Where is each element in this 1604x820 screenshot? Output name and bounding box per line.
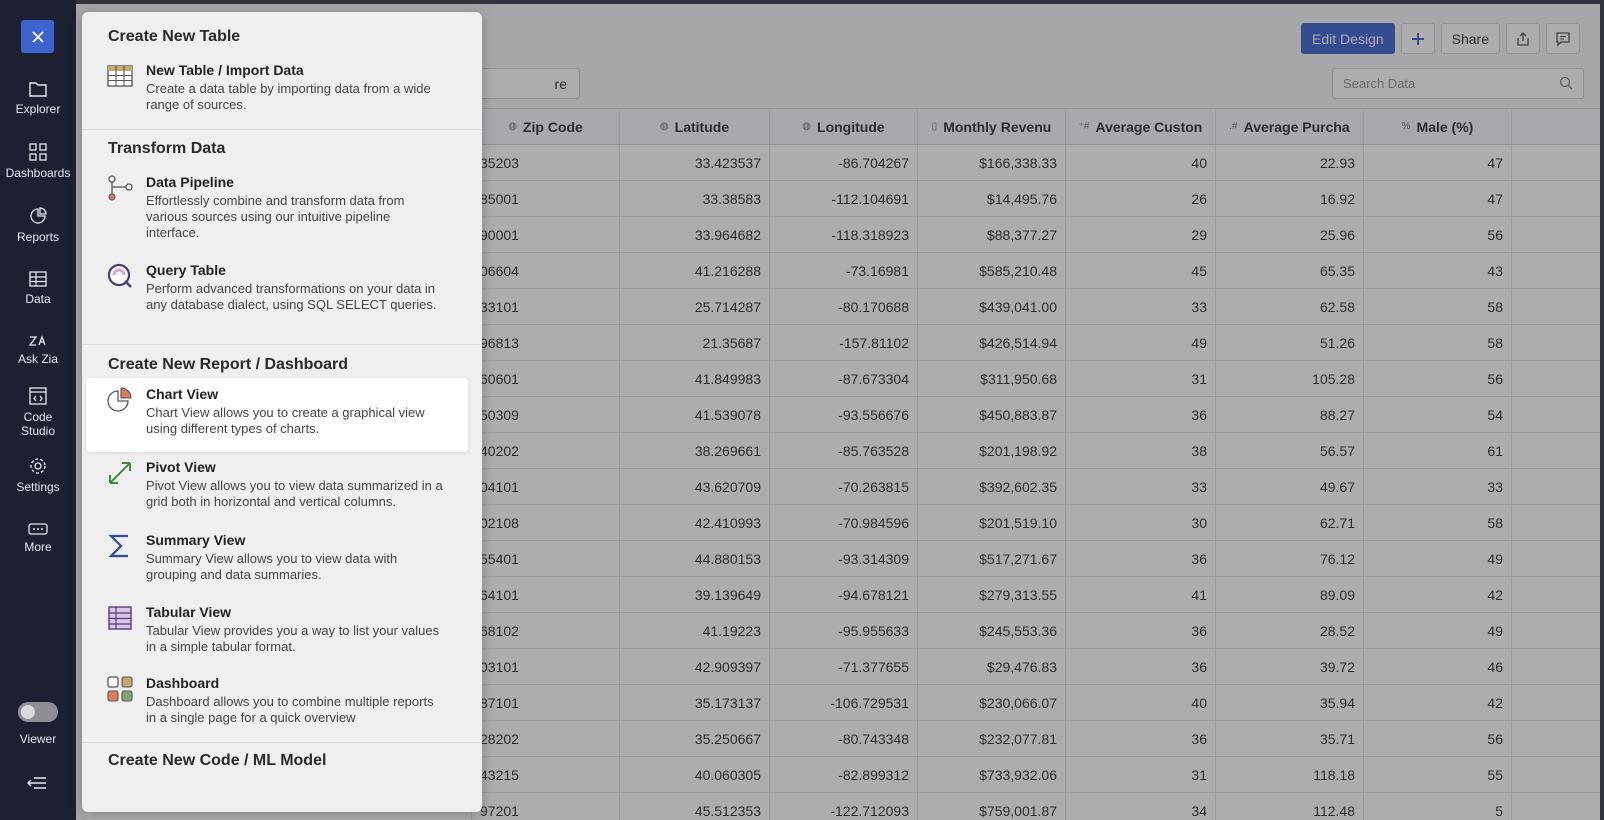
gear-icon xyxy=(30,458,46,474)
menu-item-data-pipeline[interactable]: Data Pipeline Effortlessly combine and t… xyxy=(86,166,468,250)
sidebar-item-data[interactable]: Data xyxy=(0,270,76,306)
menu-item-tabular-view[interactable]: Tabular View Tabular View provides you a… xyxy=(86,596,468,664)
menu-item-title: Tabular View xyxy=(146,604,232,620)
menu-item-title: New Table / Import Data xyxy=(146,62,304,78)
menu-item-desc: Tabular View provides you a way to list … xyxy=(146,623,440,654)
menu-item-title: Dashboard xyxy=(146,675,220,691)
sidebar: Explorer Dashboards Reports Data Ask Zia… xyxy=(0,0,76,820)
sidebar-item-ask-zia[interactable]: Ask Zia xyxy=(0,334,76,366)
sidebar-item-label: More xyxy=(24,540,52,554)
sidebar-item-label: Settings xyxy=(16,480,60,494)
menu-item-new-table[interactable]: New Table / Import Data Create a data ta… xyxy=(86,54,468,126)
menu-item-desc: Chart View allows you to create a graphi… xyxy=(146,405,425,436)
folder-icon xyxy=(29,82,47,97)
menu-item-desc: Pivot View allows you to view data summa… xyxy=(146,478,443,509)
menu-item-dashboard[interactable]: Dashboard Dashboard allows you to combin… xyxy=(86,667,468,737)
menu-item-pivot-view[interactable]: Pivot View Pivot View allows you to view… xyxy=(86,451,468,521)
code-studio-icon xyxy=(29,387,47,405)
sidebar-item-label: Ask Zia xyxy=(17,352,58,366)
sidebar-item-label: Dashboards xyxy=(5,166,71,180)
query-table-icon xyxy=(107,263,132,288)
sidebar-item-label: Explorer xyxy=(15,102,61,116)
menu-item-desc: Summary View allows you to view data wit… xyxy=(146,551,398,582)
chart-view-icon xyxy=(107,387,132,412)
dashboards-icon xyxy=(29,143,47,161)
sidebar-item-explorer[interactable]: Explorer xyxy=(0,80,76,116)
divider xyxy=(82,344,482,345)
menu-item-chart-view[interactable]: Chart View Chart View allows you to crea… xyxy=(86,378,468,452)
menu-item-title: Chart View xyxy=(146,386,219,402)
menu-item-desc: Perform advanced transformations on your… xyxy=(146,281,437,312)
divider xyxy=(82,742,482,743)
sidebar-item-code-studio[interactable]: Code Studio xyxy=(0,386,76,438)
dashboard-icon xyxy=(107,676,133,702)
collapse-sidebar-button[interactable] xyxy=(26,776,48,795)
menu-item-desc: Create a data table by importing data fr… xyxy=(146,81,431,112)
viewer-toggle[interactable] xyxy=(18,702,58,722)
divider xyxy=(82,129,482,130)
more-icon xyxy=(28,523,48,535)
collapse-icon xyxy=(27,777,46,789)
sidebar-item-more[interactable]: More xyxy=(0,522,76,554)
sigma-icon xyxy=(108,534,128,558)
menu-item-title: Query Table xyxy=(146,262,226,278)
menu-item-title: Pivot View xyxy=(146,459,216,475)
sidebar-item-label: Code Studio xyxy=(20,410,56,438)
menu-item-query-table[interactable]: Query Table Perform advanced transformat… xyxy=(86,254,468,338)
close-icon xyxy=(31,30,44,43)
sidebar-item-dashboards[interactable]: Dashboards xyxy=(0,142,76,180)
viewer-label: Viewer xyxy=(19,732,57,746)
close-menu-button[interactable] xyxy=(21,20,54,53)
section-title-create-table: Create New Table xyxy=(108,28,241,45)
section-title-code-ml: Create New Code / ML Model xyxy=(108,752,327,769)
pipeline-icon xyxy=(108,175,133,201)
section-title-report: Create New Report / Dashboard xyxy=(108,356,349,373)
sidebar-item-settings[interactable]: Settings xyxy=(0,456,76,494)
section-title-transform: Transform Data xyxy=(108,140,226,157)
tabular-view-icon xyxy=(108,606,132,630)
sidebar-item-label: Reports xyxy=(16,230,60,244)
table-import-icon xyxy=(107,65,133,87)
menu-item-summary-view[interactable]: Summary View Summary View allows you to … xyxy=(86,524,468,592)
menu-item-desc: Effortlessly combine and transform data … xyxy=(146,193,405,240)
reports-icon xyxy=(30,207,47,224)
sidebar-item-label: Data xyxy=(25,292,51,306)
ask-zia-icon xyxy=(28,335,46,346)
menu-item-title: Data Pipeline xyxy=(146,174,234,190)
pivot-view-icon xyxy=(109,462,131,484)
menu-item-desc: Dashboard allows you to combine multiple… xyxy=(146,694,434,725)
data-table-icon xyxy=(29,271,47,287)
create-menu: Create New Table New Table / Import Data… xyxy=(82,12,482,812)
sidebar-item-reports[interactable]: Reports xyxy=(0,206,76,244)
menu-item-title: Summary View xyxy=(146,532,246,548)
